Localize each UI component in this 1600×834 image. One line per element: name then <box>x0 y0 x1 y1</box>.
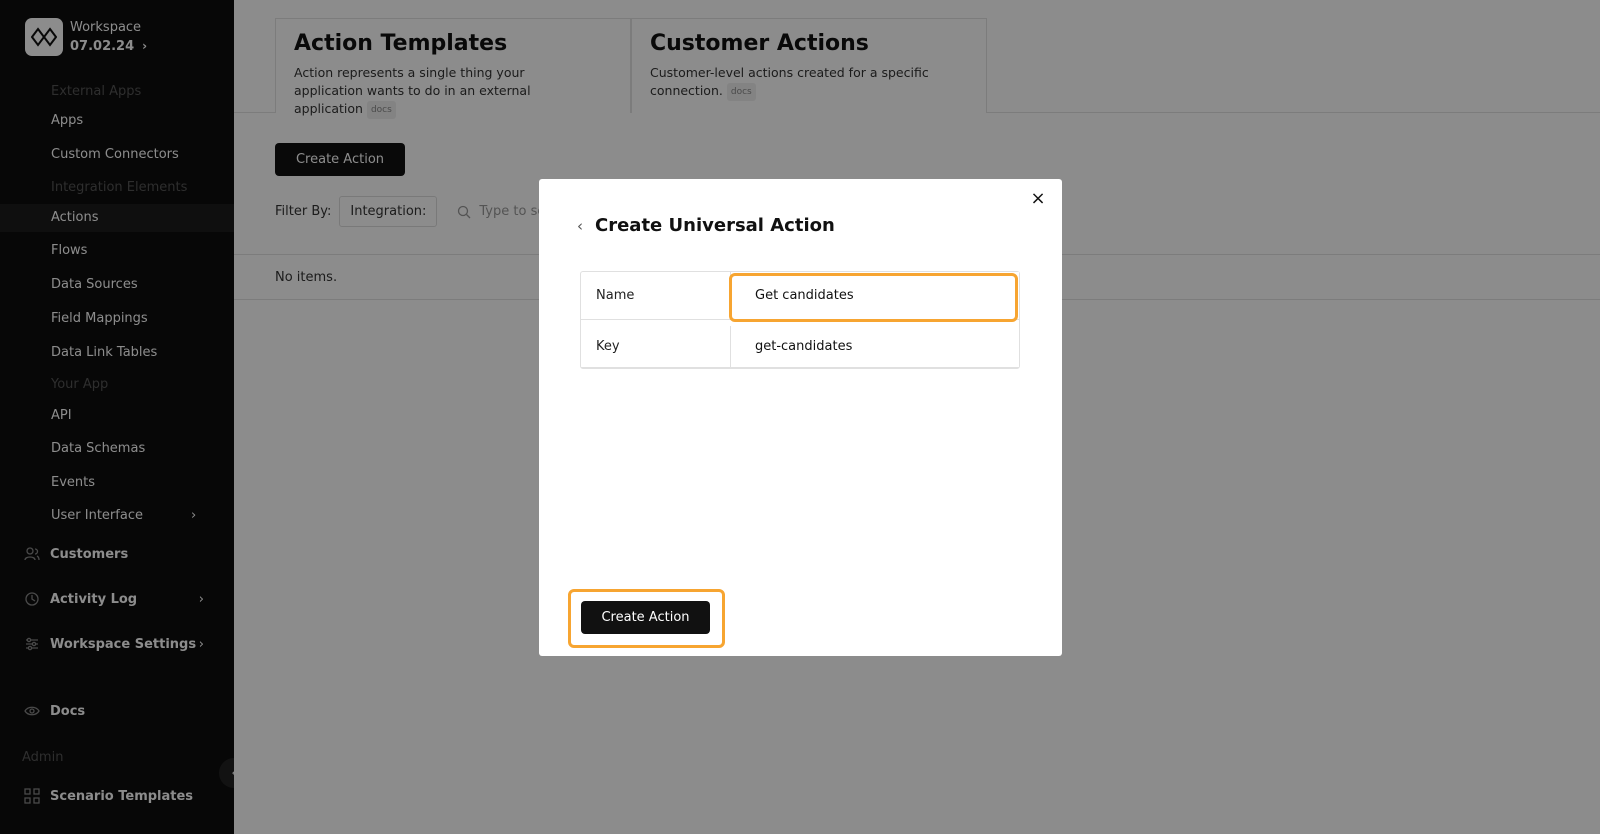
submit-create-action-button[interactable]: Create Action <box>581 601 710 634</box>
create-action-modal: × ‹ Create Universal Action Name Key Cre… <box>539 179 1062 656</box>
back-chevron-icon[interactable]: ‹ <box>577 217 583 235</box>
action-form: Name Key <box>580 271 1020 369</box>
name-input[interactable] <box>731 272 1019 320</box>
key-label: Key <box>581 326 731 368</box>
form-row-name: Name <box>581 272 1019 320</box>
key-input[interactable] <box>731 326 1019 368</box>
close-icon[interactable]: × <box>1028 189 1048 209</box>
modal-title: Create Universal Action <box>595 215 835 236</box>
name-label: Name <box>581 272 731 320</box>
form-row-key: Key <box>581 320 1019 368</box>
